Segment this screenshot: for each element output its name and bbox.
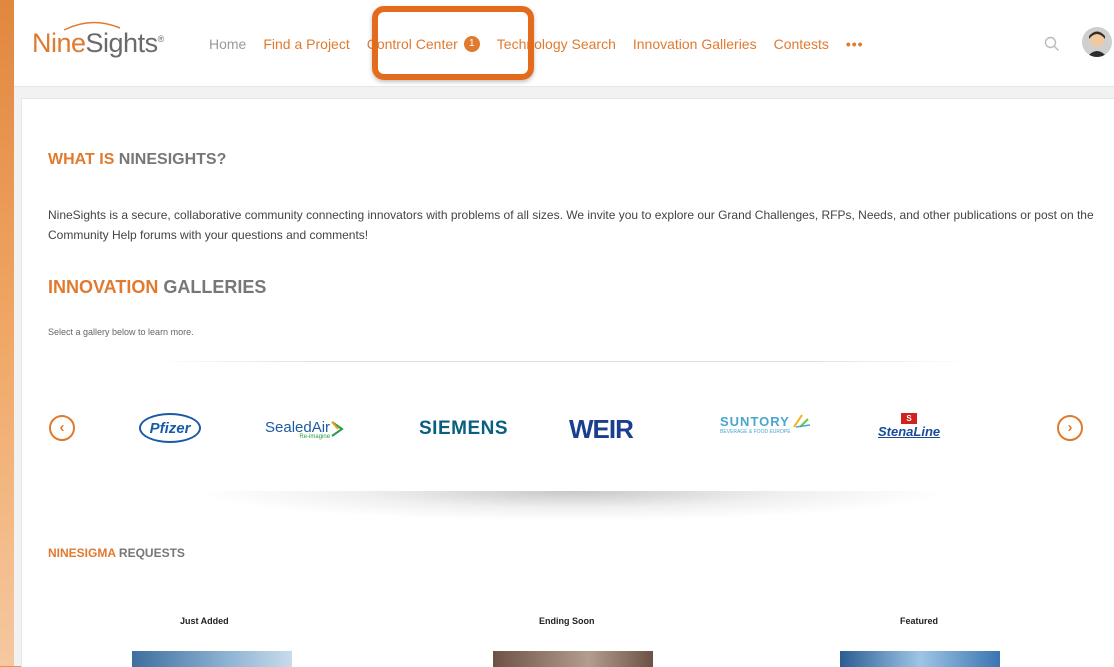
request-thumbnail-ending-soon[interactable] (493, 651, 653, 667)
carousel-prev-button[interactable]: ‹ (49, 415, 75, 441)
gallery-siemens-logo[interactable]: SIEMENS (419, 413, 508, 445)
main-nav: Home Find a Project Control Center 1 Tec… (209, 33, 864, 55)
request-thumbnail-featured[interactable] (840, 651, 1000, 667)
gallery-suntory-logo[interactable]: SUNTORY BEVERAGE & FOOD EUROPE (720, 413, 812, 445)
what-is-heading: WHAT IS NINESIGHTS? (48, 151, 226, 169)
search-icon[interactable] (1044, 36, 1060, 52)
column-ending-soon: Ending Soon (539, 616, 595, 626)
requests-rest: REQUESTS (115, 546, 185, 560)
header: NineSights® Home Find a Project Control … (14, 0, 1114, 87)
gallery-sealedair-logo[interactable]: SealedAir Re-imagine (265, 413, 344, 445)
innovation-galleries-heading: INNOVATION GALLERIES (48, 277, 266, 298)
intro-paragraph: NineSights is a secure, collaborative co… (48, 208, 1094, 242)
page: NineSights® Home Find a Project Control … (14, 0, 1114, 667)
suntory-wordmark: SUNTORY (720, 413, 812, 429)
avatar[interactable] (1082, 27, 1112, 57)
galleries-accent: INNOVATION (48, 277, 159, 297)
requests-accent: NINESIGMA (48, 546, 116, 560)
gallery-hint: Select a gallery below to learn more. (48, 327, 194, 337)
logo-registered: ® (157, 34, 165, 44)
gallery-pfizer-logo[interactable]: Pfizer (139, 413, 201, 443)
nav-contests[interactable]: Contests (774, 36, 829, 52)
what-is-accent: WHAT IS (48, 151, 115, 168)
user-avatar-icon (1082, 27, 1112, 57)
suntory-text: SUNTORY (720, 413, 790, 429)
control-center-highlight-frame (372, 6, 534, 80)
request-thumbnail-just-added[interactable] (132, 651, 292, 667)
stena-flag-icon: S (901, 413, 918, 424)
carousel-divider (152, 361, 972, 362)
window-edge (0, 0, 14, 666)
column-just-added: Just Added (180, 616, 229, 626)
logo-swoosh-icon (63, 21, 121, 31)
carousel-next-button[interactable]: › (1057, 415, 1083, 441)
sealedair-tagline: Re-imagine (299, 433, 331, 440)
nav-innovation-galleries[interactable]: Innovation Galleries (633, 36, 757, 52)
gallery-weir-logo[interactable]: WEIR (569, 413, 634, 445)
sealedair-arrow-icon (331, 421, 344, 437)
more-menu-icon[interactable]: ••• (846, 36, 864, 52)
logo-nine: Nine (32, 28, 86, 58)
nav-home[interactable]: Home (209, 36, 246, 52)
ninesigma-requests-heading: NINESIGMA REQUESTS (48, 546, 185, 560)
gallery-stenaline-logo[interactable]: S StenaLine (878, 413, 940, 445)
suntory-bird-icon (793, 414, 810, 428)
ninesights-logo[interactable]: NineSights® (32, 21, 164, 68)
what-is-rest: NINESIGHTS? (114, 151, 227, 168)
carousel-shadow (192, 491, 952, 521)
galleries-rest: GALLERIES (158, 277, 267, 297)
nav-find-project[interactable]: Find a Project (263, 36, 349, 52)
stena-text: StenaLine (878, 424, 941, 439)
logo-text: NineSights® (32, 28, 164, 58)
sealedair-wordmark: SealedAir Re-imagine (265, 419, 330, 440)
chevron-right-icon: › (1067, 419, 1073, 436)
content-card: WHAT IS NINESIGHTS? NineSights is a secu… (21, 98, 1114, 667)
suntory-tagline: BEVERAGE & FOOD EUROPE (720, 429, 791, 435)
column-featured: Featured (900, 616, 939, 626)
logo-sights: Sights (85, 28, 159, 58)
chevron-left-icon: ‹ (59, 419, 65, 436)
